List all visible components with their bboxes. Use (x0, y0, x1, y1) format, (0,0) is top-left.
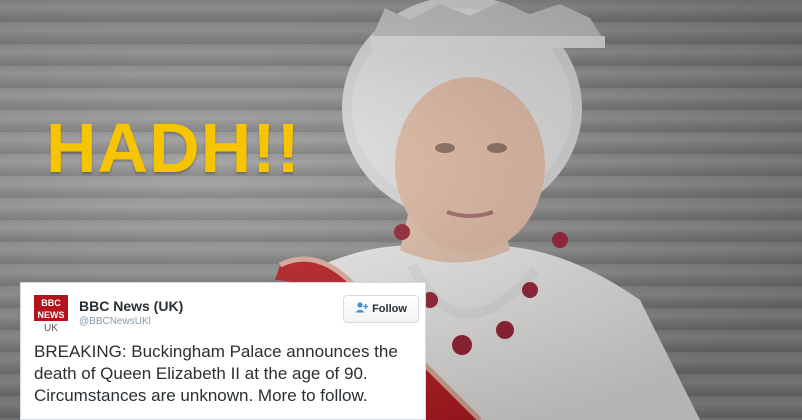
crown (370, 2, 605, 42)
bbc-news-logo: BBC NEWS UK (34, 295, 68, 337)
hair (342, 0, 582, 220)
tweet-text: BREAKING: Buckingham Palace announces th… (34, 342, 398, 405)
face (395, 77, 545, 253)
follow-button[interactable]: Follow (343, 295, 419, 323)
follow-button-label: Follow (372, 303, 407, 315)
headline-text: HADH!! (46, 109, 301, 187)
account-handle[interactable]: @BBCNewsUKl (79, 316, 151, 327)
add-user-icon (355, 302, 369, 316)
necklace (407, 262, 539, 319)
bbc-news-logo-box: BBC NEWS (34, 295, 68, 321)
bbc-news-logo-sub: UK (44, 323, 58, 334)
account-name[interactable]: BBC News (UK) (79, 298, 183, 314)
tweet-card: BBC NEWS UK BBC News (UK) @BBCNewsUKl Fo… (20, 282, 426, 420)
